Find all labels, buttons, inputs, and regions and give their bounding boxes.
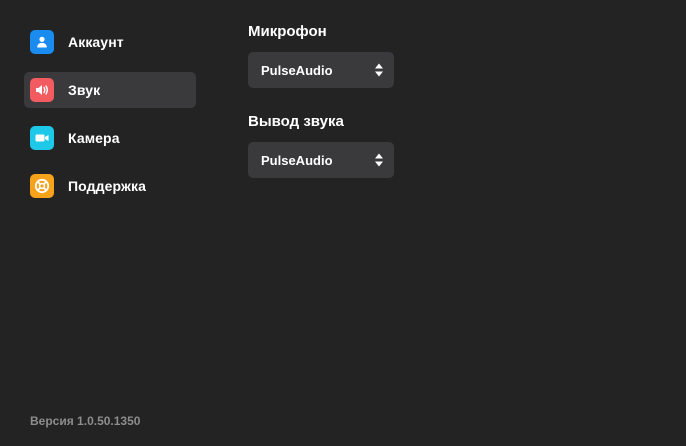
sidebar-item-label: Камера bbox=[68, 130, 120, 146]
microphone-section: Микрофон PulseAudio bbox=[248, 22, 394, 88]
output-select-value: PulseAudio bbox=[261, 152, 333, 168]
sidebar: Аккаунт Звук Камера Поддержка bbox=[24, 24, 196, 216]
select-arrows-icon bbox=[375, 153, 383, 167]
sidebar-item-label: Аккаунт bbox=[68, 34, 124, 50]
output-section: Вывод звука PulseAudio bbox=[248, 112, 394, 178]
version-label: Версия 1.0.50.1350 bbox=[30, 414, 141, 428]
output-select[interactable]: PulseAudio bbox=[248, 142, 394, 178]
sidebar-item-camera[interactable]: Камера bbox=[24, 120, 196, 156]
lifebuoy-icon bbox=[30, 174, 54, 198]
sidebar-item-label: Поддержка bbox=[68, 178, 146, 194]
sidebar-item-label: Звук bbox=[68, 82, 101, 98]
microphone-title: Микрофон bbox=[248, 23, 327, 40]
microphone-select-value: PulseAudio bbox=[261, 62, 333, 78]
speaker-icon bbox=[30, 78, 54, 102]
user-icon bbox=[30, 30, 54, 54]
microphone-select[interactable]: PulseAudio bbox=[248, 52, 394, 88]
output-title: Вывод звука bbox=[248, 113, 344, 130]
main-content: Микрофон PulseAudio Вывод звука PulseAud… bbox=[248, 22, 394, 202]
sidebar-item-sound[interactable]: Звук bbox=[24, 72, 196, 108]
settings-window: Аккаунт Звук Камера Поддержка Версия 1.0… bbox=[0, 0, 686, 446]
sidebar-item-support[interactable]: Поддержка bbox=[24, 168, 196, 204]
sidebar-item-account[interactable]: Аккаунт bbox=[24, 24, 196, 60]
camera-icon bbox=[30, 126, 54, 150]
select-arrows-icon bbox=[375, 63, 383, 77]
